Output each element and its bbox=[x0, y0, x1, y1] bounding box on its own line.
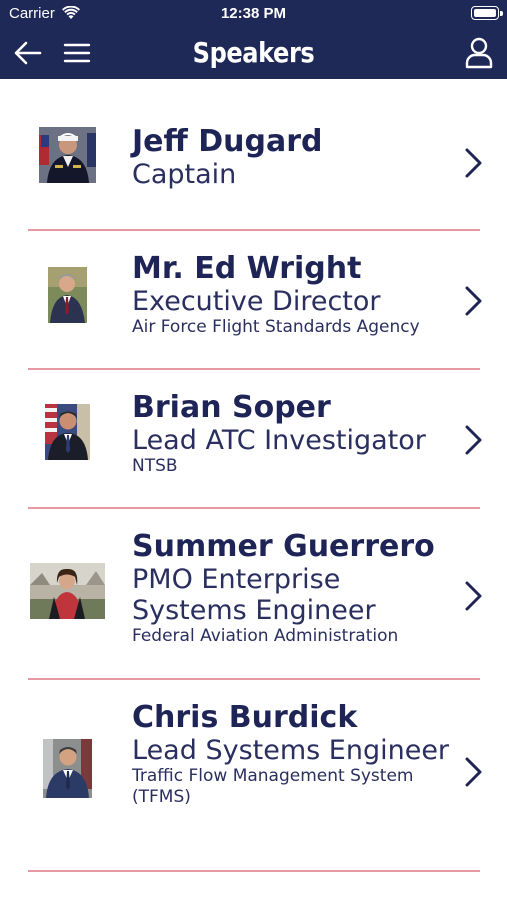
speaker-name: Brian Soper bbox=[132, 390, 331, 425]
speaker-photo bbox=[43, 739, 92, 798]
chevron-right-icon bbox=[465, 286, 482, 316]
speaker-text: Jeff Dugard Captain bbox=[132, 124, 452, 191]
profile-button[interactable] bbox=[462, 36, 496, 70]
user-icon bbox=[465, 37, 493, 69]
chevron-right-icon bbox=[465, 425, 482, 455]
speaker-name: Chris Burdick bbox=[132, 700, 358, 735]
speaker-organization: NTSB bbox=[132, 456, 178, 476]
page-title: Speakers bbox=[192, 36, 315, 69]
speaker-title: Lead ATC Investigator bbox=[132, 425, 426, 456]
speaker-organization: Federal Aviation Administration bbox=[132, 626, 399, 646]
top-bar: Carrier 12:38 PM Speakers bbox=[0, 0, 507, 79]
battery-icon bbox=[471, 6, 503, 20]
row-divider bbox=[28, 870, 480, 872]
speaker-text: Mr. Ed Wright Executive Director Air For… bbox=[132, 252, 452, 338]
speaker-title: Captain bbox=[132, 159, 237, 190]
chevron-right-icon bbox=[465, 581, 482, 611]
speaker-title: Executive Director bbox=[132, 286, 381, 317]
status-time: 12:38 PM bbox=[220, 5, 287, 22]
speaker-title: Lead Systems Engineer bbox=[132, 735, 450, 766]
speaker-name: Summer Guerrero bbox=[132, 529, 435, 564]
speaker-photo bbox=[39, 127, 96, 183]
speaker-photo bbox=[30, 563, 105, 619]
speaker-name: Mr. Ed Wright bbox=[132, 251, 362, 286]
navigation-bar: Speakers bbox=[0, 28, 507, 79]
chevron-right-icon bbox=[465, 757, 482, 787]
status-bar: Carrier 12:38 PM bbox=[0, 0, 507, 28]
speaker-name: Jeff Dugard bbox=[132, 124, 323, 159]
speaker-organization: Air Force Flight Standards Agency bbox=[132, 317, 420, 337]
speaker-text: Summer Guerrero PMO Enterprise Systems E… bbox=[132, 530, 452, 647]
speaker-title: PMO Enterprise Systems Engineer bbox=[132, 564, 376, 626]
speaker-photo bbox=[48, 267, 87, 323]
speaker-text: Chris Burdick Lead Systems Engineer Traf… bbox=[132, 701, 452, 808]
chevron-right-icon bbox=[465, 148, 482, 178]
speaker-organization: Traffic Flow Management System (TFMS) bbox=[132, 766, 414, 807]
speaker-photo bbox=[45, 404, 90, 460]
speaker-row[interactable]: Mr. Ed Wright Executive Director Air For… bbox=[0, 231, 507, 370]
speaker-text: Brian Soper Lead ATC Investigator NTSB bbox=[132, 391, 452, 477]
speaker-row[interactable]: Brian Soper Lead ATC Investigator NTSB bbox=[0, 370, 507, 509]
speaker-row[interactable]: Jeff Dugard Captain bbox=[0, 79, 507, 231]
